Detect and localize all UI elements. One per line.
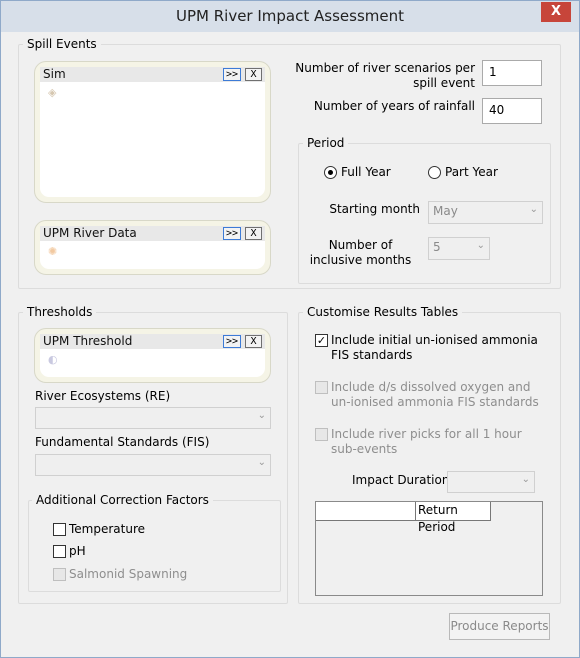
river-data-drop-area[interactable]: ✺ [40, 241, 265, 269]
upm-threshold-clear-button[interactable]: X [245, 335, 262, 348]
years-label: Number of years of rainfall [313, 99, 475, 113]
produce-reports-button[interactable]: Produce Reports [449, 613, 550, 640]
window-title: UPM River Impact Assessment [176, 7, 404, 25]
upm-threshold-title: UPM Threshold [43, 334, 133, 348]
river-data-placeholder-icon: ✺ [48, 245, 58, 258]
results-grid[interactable]: Return Period [315, 501, 543, 596]
upm-threshold-box: UPM Threshold >> X ◐ [34, 328, 271, 383]
ph-checkbox[interactable] [53, 545, 66, 558]
opt1-label[interactable]: Include initial un-ionised ammonia FIS s… [331, 333, 546, 363]
temperature-checkbox[interactable] [53, 523, 66, 536]
chevron-down-icon: ⌄ [529, 204, 538, 215]
salmonid-label[interactable]: Salmonid Spawning [69, 567, 187, 581]
sim-expand-button[interactable]: >> [223, 68, 241, 81]
ph-label[interactable]: pH [69, 544, 86, 558]
upm-threshold-placeholder-icon: ◐ [48, 353, 58, 366]
correction-factors-label: Additional Correction Factors [32, 493, 213, 507]
impact-duration-select[interactable]: ⌄ [447, 471, 535, 493]
river-data-clear-button[interactable]: X [245, 227, 262, 240]
river-data-box: UPM River Data >> X ✺ [34, 220, 271, 275]
part-year-label[interactable]: Part Year [445, 165, 498, 179]
chevron-down-icon: ⌄ [257, 410, 266, 421]
fis-select[interactable]: ⌄ [35, 454, 271, 476]
years-input[interactable]: 40 [482, 98, 542, 124]
starting-month-value: May [433, 204, 458, 218]
scenarios-input[interactable]: 1 [482, 60, 542, 86]
upm-threshold-expand-button[interactable]: >> [223, 335, 241, 348]
sim-drop-area[interactable]: ◈ [40, 82, 265, 197]
sim-box: Sim >> X ◈ [34, 61, 271, 203]
chevron-down-icon: ⌄ [521, 474, 530, 485]
impact-duration-label: Impact Duration [352, 473, 450, 487]
starting-month-label: Starting month [329, 202, 420, 216]
full-year-radio[interactable] [324, 166, 337, 179]
sim-placeholder-icon: ◈ [48, 86, 57, 99]
fis-label: Fundamental Standards (FIS) [35, 435, 210, 449]
period-label: Period [303, 136, 349, 150]
temperature-label[interactable]: Temperature [69, 522, 145, 536]
chevron-down-icon: ⌄ [476, 240, 485, 251]
inclusive-months-label: Number of inclusive months [309, 238, 412, 267]
thresholds-label: Thresholds [23, 305, 97, 319]
grid-row-header-corner [316, 502, 416, 521]
re-label: River Ecosystems (RE) [35, 389, 171, 403]
river-data-expand-button[interactable]: >> [223, 227, 241, 240]
close-window-button[interactable]: X [541, 2, 571, 22]
part-year-radio[interactable] [428, 166, 441, 179]
starting-month-select[interactable]: May ⌄ [428, 201, 543, 224]
opt2-checkbox[interactable] [315, 381, 328, 394]
sim-box-title: Sim [43, 67, 66, 81]
title-bar: UPM River Impact Assessment X [1, 1, 579, 32]
main-window: UPM River Impact Assessment X Spill Even… [0, 0, 580, 658]
opt1-checkbox[interactable]: ✓ [315, 334, 328, 347]
inclusive-months-value: 5 [433, 240, 441, 254]
upm-threshold-drop-area[interactable]: ◐ [40, 349, 265, 377]
sim-box-header: Sim >> X [40, 67, 265, 82]
re-select[interactable]: ⌄ [35, 407, 271, 429]
chevron-down-icon: ⌄ [257, 457, 266, 468]
salmonid-checkbox[interactable] [53, 568, 66, 581]
spill-events-label: Spill Events [23, 37, 101, 51]
return-period-column-header[interactable]: Return Period [416, 502, 491, 534]
opt3-label[interactable]: Include river picks for all 1 hour sub-e… [331, 427, 546, 457]
full-year-label[interactable]: Full Year [341, 165, 391, 179]
opt2-label[interactable]: Include d/s dissolved oxygen and un-ioni… [331, 380, 546, 410]
river-data-header: UPM River Data >> X [40, 226, 265, 241]
opt3-checkbox[interactable] [315, 428, 328, 441]
upm-threshold-header: UPM Threshold >> X [40, 334, 265, 349]
sim-clear-button[interactable]: X [245, 68, 262, 81]
inclusive-months-select[interactable]: 5 ⌄ [428, 237, 490, 260]
scenarios-label: Number of river scenarios per spill even… [295, 61, 475, 90]
results-label: Customise Results Tables [303, 305, 463, 319]
river-data-title: UPM River Data [43, 226, 137, 240]
